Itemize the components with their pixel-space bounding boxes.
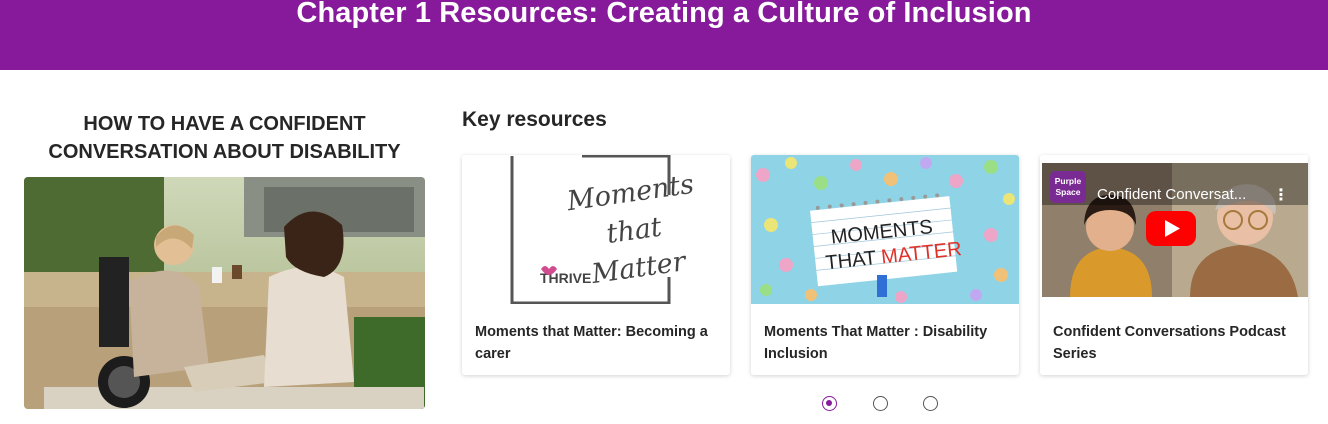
feature-photo-illustration [24,177,425,409]
more-vert-icon: ⋮ [1273,185,1289,204]
page-banner: Chapter 1 Resources: Creating a Culture … [0,0,1328,70]
thumb-text-that: that [605,212,664,250]
card-title[interactable]: Moments that Matter: Becoming a carer [475,321,720,365]
resource-card-confident-conversations[interactable]: Purple Space Confident Conversat... ⋮ Co… [1040,155,1308,375]
card-title[interactable]: Moments That Matter : Disability Inclusi… [764,321,1009,365]
card-title[interactable]: Confident Conversations Podcast Series [1053,321,1298,365]
feature-heading-line2: CONVERSATION ABOUT DISABILITY [48,141,401,163]
page-title: Chapter 1 Resources: Creating a Culture … [296,0,1032,29]
video-thumbnail[interactable]: Purple Space Confident Conversat... ⋮ [1040,155,1308,304]
carousel-pagination [0,396,1328,414]
channel-badge-line1: Purple [1055,176,1082,186]
channel-badge-line2: Space [1055,187,1080,197]
resource-card-becoming-carer[interactable]: THRIVE Moments that Matter Moments that … [462,155,730,375]
card-thumbnail: MOMENTS THAT MATTER [751,155,1019,304]
video-title: Confident Conversat... [1097,186,1246,203]
feature-heading: HOW TO HAVE A CONFIDENT CONVERSATION ABO… [24,110,425,166]
key-resources-heading: Key resources [462,108,607,131]
pagination-dot-1[interactable] [822,396,837,411]
thumb-text-matter: Matter [589,246,690,290]
card-thumbnail: THRIVE Moments that Matter [462,155,730,304]
resource-card-disability-inclusion[interactable]: MOMENTS THAT MATTER Moments That Matter … [751,155,1019,375]
feature-photo [24,177,425,409]
thumb-text-moments: Moments [564,169,696,218]
pagination-dot-2[interactable] [873,396,888,411]
feature-heading-line1: HOW TO HAVE A CONFIDENT [83,113,366,135]
pagination-dot-3[interactable] [923,396,938,411]
play-icon [1146,211,1196,246]
